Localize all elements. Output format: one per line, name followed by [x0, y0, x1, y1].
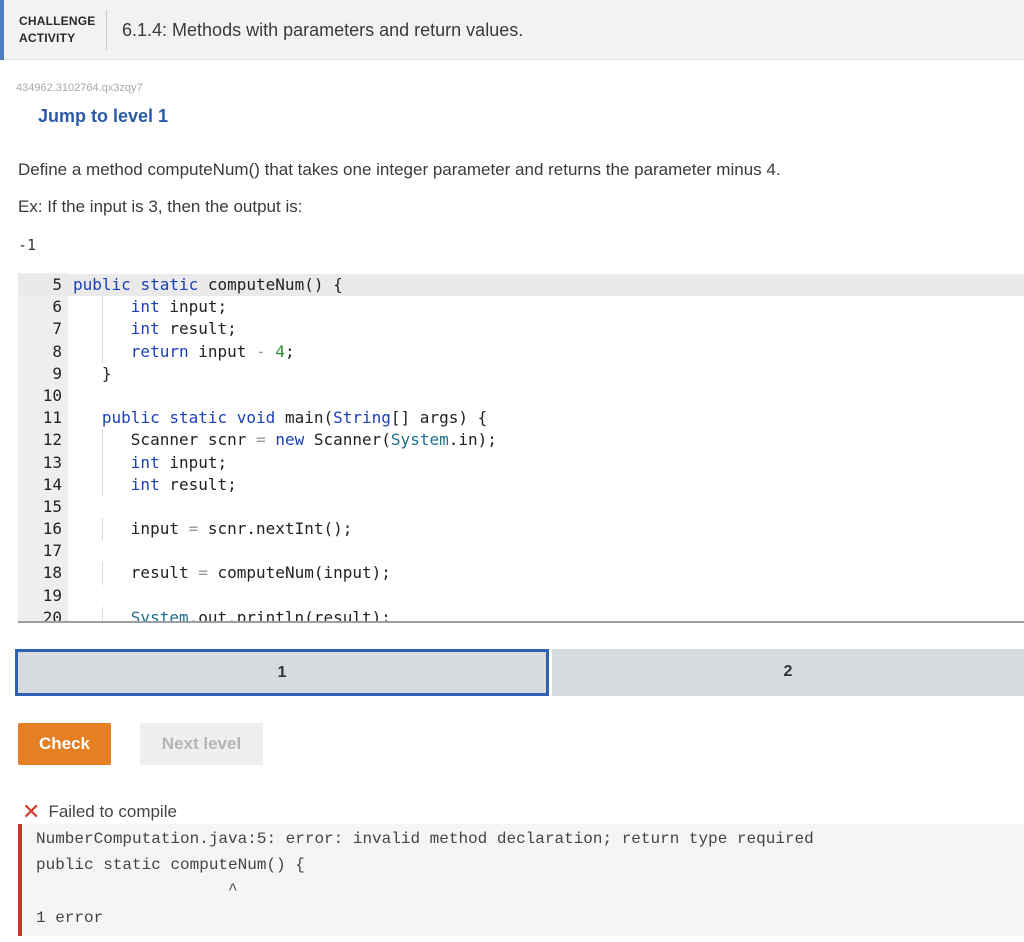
code-line[interactable]: 11 public static void main(String[] args… [18, 407, 1024, 429]
result-text: Failed to compile [48, 802, 177, 821]
error-line-4: 1 error [36, 909, 104, 927]
label-line-1: CHALLENGE [19, 14, 96, 28]
code-text[interactable]: input = scnr.nextInt(); [73, 518, 353, 540]
code-text[interactable]: int input; [73, 452, 227, 474]
line-number: 17 [42, 541, 62, 561]
x-icon: ✕ [22, 799, 41, 824]
code-line[interactable]: 10 [18, 385, 1024, 407]
line-number: 8 [52, 341, 62, 361]
code-text[interactable]: public static void main(String[] args) { [73, 407, 487, 429]
line-number: 12 [42, 430, 62, 450]
code-line[interactable]: 7 int result; [18, 318, 1024, 341]
activity-id: 434962.3102764.qx3zqy7 [16, 82, 143, 94]
header-divider [106, 10, 107, 50]
error-output: NumberComputation.java:5: error: invalid… [18, 824, 1024, 936]
line-number: 14 [42, 474, 62, 494]
level-tab-1[interactable]: 1 [15, 649, 549, 696]
line-number: 5 [52, 275, 62, 294]
line-number: 10 [42, 385, 62, 405]
line-number: 20 [42, 607, 62, 623]
activity-header: CHALLENGE ACTIVITY 6.1.4: Methods with p… [0, 0, 1024, 60]
code-line[interactable]: 16 input = scnr.nextInt(); [18, 518, 1024, 541]
line-number: 15 [42, 496, 62, 516]
line-number: 9 [52, 363, 62, 383]
problem-prompt: Define a method computeNum() that takes … [18, 160, 781, 179]
code-text[interactable]: int input; [73, 296, 227, 318]
code-text[interactable]: int result; [73, 474, 237, 496]
code-line[interactable]: 17 [18, 540, 1024, 562]
line-number: 7 [52, 319, 62, 339]
code-line[interactable]: 19 [18, 585, 1024, 607]
code-line[interactable]: 18 result = computeNum(input); [18, 562, 1024, 585]
check-button[interactable]: Check [18, 723, 111, 765]
code-line[interactable]: 5 public static computeNum() { [18, 274, 1024, 297]
compile-result: ✕ Failed to compile [22, 797, 177, 824]
code-line[interactable]: 9 } [18, 363, 1024, 385]
code-text[interactable]: public static computeNum() { [73, 274, 343, 296]
code-text[interactable]: System.out.println(result); [73, 607, 391, 621]
code-editor[interactable]: 5 public static computeNum() {6 int input… [18, 273, 1024, 623]
level-tab-2[interactable]: 2 [552, 649, 1024, 696]
line-number: 19 [42, 585, 62, 605]
line-number: 6 [52, 297, 62, 317]
code-line[interactable]: 15 [18, 496, 1024, 518]
line-number: 13 [42, 452, 62, 472]
header-accent-bar [0, 0, 4, 60]
level-tabs: 1 2 [15, 649, 1024, 696]
line-number: 11 [42, 408, 62, 428]
code-text[interactable]: Scanner scnr = new Scanner(System.in); [73, 429, 497, 451]
line-number: 16 [42, 519, 62, 539]
example-text: Ex: If the input is 3, then the output i… [18, 197, 303, 216]
code-text[interactable]: int result; [73, 318, 237, 340]
line-number: 18 [42, 563, 62, 583]
example-output: -1 [18, 236, 37, 254]
code-line[interactable]: 12 Scanner scnr = new Scanner(System.in)… [18, 429, 1024, 452]
code-line[interactable]: 13 int input; [18, 451, 1024, 474]
code-line[interactable]: 6 int input; [18, 296, 1024, 319]
challenge-activity-label: CHALLENGE ACTIVITY [19, 13, 95, 47]
error-caret: ^ [36, 881, 238, 899]
code-line[interactable]: 20 System.out.println(result); [18, 606, 1024, 623]
code-text[interactable]: } [73, 363, 112, 385]
error-line-1: NumberComputation.java:5: error: invalid… [36, 830, 814, 848]
code-text[interactable]: result = computeNum(input); [73, 562, 391, 584]
jump-to-level-link[interactable]: Jump to level 1 [38, 106, 168, 127]
code-area[interactable]: 5 public static computeNum() {6 int input… [18, 274, 1024, 623]
code-line[interactable]: 8 return input - 4; [18, 340, 1024, 363]
error-line-2: public static computeNum() { [36, 856, 305, 874]
label-line-2: ACTIVITY [19, 31, 76, 45]
next-level-button[interactable]: Next level [140, 723, 263, 765]
code-line[interactable]: 14 int result; [18, 473, 1024, 496]
activity-title: 6.1.4: Methods with parameters and retur… [122, 20, 524, 40]
code-text[interactable]: return input - 4; [73, 341, 295, 363]
